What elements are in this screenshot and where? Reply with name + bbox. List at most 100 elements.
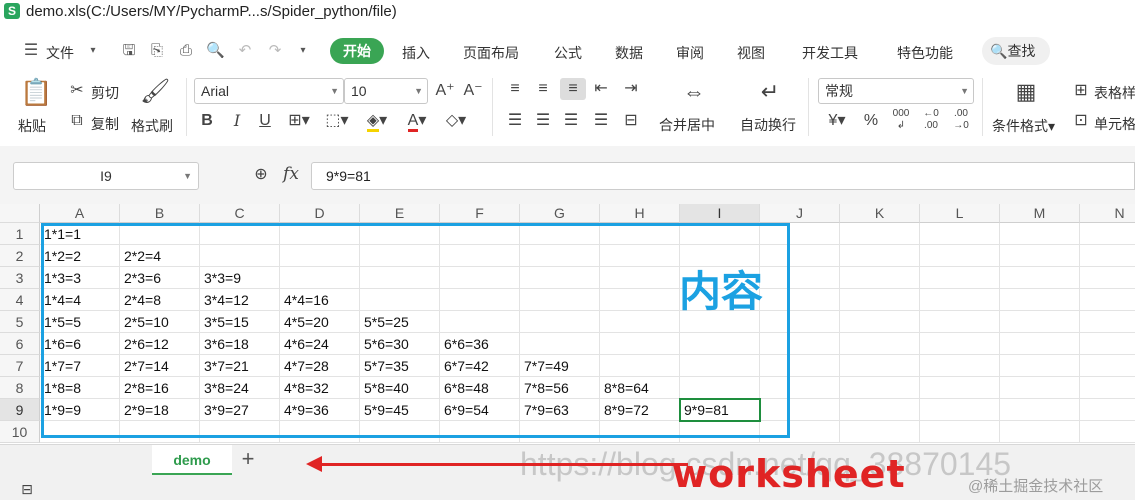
cell-l1[interactable] xyxy=(920,223,1000,245)
paste-button[interactable]: 粘贴 xyxy=(18,116,46,136)
font-color-icon[interactable]: A▾ xyxy=(400,110,434,132)
cell-c3[interactable]: 3*3=9 xyxy=(200,267,280,289)
cell-f3[interactable] xyxy=(440,267,520,289)
row-header-4[interactable]: 4 xyxy=(0,289,40,311)
cell-d1[interactable] xyxy=(280,223,360,245)
cell-e6[interactable]: 5*6=30 xyxy=(360,333,440,355)
cell-f4[interactable] xyxy=(440,289,520,311)
cell-h4[interactable] xyxy=(600,289,680,311)
cell-c9[interactable]: 3*9=27 xyxy=(200,399,280,421)
cell-k6[interactable] xyxy=(840,333,920,355)
cell-i1[interactable] xyxy=(680,223,760,245)
cell-e7[interactable]: 5*7=35 xyxy=(360,355,440,377)
number-format-select[interactable]: 常规 ▼ xyxy=(818,78,974,104)
cell-g7[interactable]: 7*7=49 xyxy=(520,355,600,377)
search-button[interactable]: 🔍查找 xyxy=(982,37,1050,65)
conditional-format-icon[interactable]: ▦ xyxy=(1010,78,1042,106)
cell-f7[interactable]: 6*7=42 xyxy=(440,355,520,377)
cell-a7[interactable]: 1*7=7 xyxy=(40,355,120,377)
align-bottom-icon[interactable]: ≡ xyxy=(560,78,586,100)
tab-data[interactable]: 数据 xyxy=(615,43,643,63)
cell-f8[interactable]: 6*8=48 xyxy=(440,377,520,399)
align-right-icon[interactable]: ☰ xyxy=(560,110,582,132)
cell-j2[interactable] xyxy=(760,245,840,267)
cell-g4[interactable] xyxy=(520,289,600,311)
cell-f10[interactable] xyxy=(440,421,520,443)
cell-style-icon[interactable]: ⊡ xyxy=(1070,110,1092,132)
column-header-j[interactable]: J xyxy=(760,204,840,223)
print-preview-icon[interactable]: 🔍 xyxy=(206,42,225,60)
cell-d2[interactable] xyxy=(280,245,360,267)
tab-review[interactable]: 审阅 xyxy=(676,43,704,63)
row-header-8[interactable]: 8 xyxy=(0,377,40,399)
cell-h7[interactable] xyxy=(600,355,680,377)
cell-f1[interactable] xyxy=(440,223,520,245)
align-middle-icon[interactable]: ≡ xyxy=(532,78,554,100)
more-icon[interactable]: ▾ xyxy=(294,42,312,60)
copy-icon[interactable]: ⧉ xyxy=(66,110,88,132)
font-name-select[interactable]: Arial ▼ xyxy=(194,78,344,104)
cell-e5[interactable]: 5*5=25 xyxy=(360,311,440,333)
thousands-separator-icon[interactable]: 000 ↲ xyxy=(888,108,914,132)
align-left-icon[interactable]: ☰ xyxy=(504,110,526,132)
cell-n2[interactable] xyxy=(1080,245,1135,267)
cell-b9[interactable]: 2*9=18 xyxy=(120,399,200,421)
tab-home[interactable]: 开始 xyxy=(330,38,384,64)
cell-k5[interactable] xyxy=(840,311,920,333)
cut-button[interactable]: 剪切 xyxy=(91,83,119,103)
borders-icon[interactable]: ⊞▾ xyxy=(284,110,314,132)
cell-b8[interactable]: 2*8=16 xyxy=(120,377,200,399)
cell-l5[interactable] xyxy=(920,311,1000,333)
column-header-i[interactable]: I xyxy=(680,204,760,223)
column-header-b[interactable]: B xyxy=(120,204,200,223)
tab-view[interactable]: 视图 xyxy=(737,43,765,63)
file-menu[interactable]: 文件 xyxy=(46,43,74,63)
cell-a6[interactable]: 1*6=6 xyxy=(40,333,120,355)
cell-g10[interactable] xyxy=(520,421,600,443)
wrap-text-icon[interactable]: ↵ xyxy=(754,78,786,106)
increase-indent-icon[interactable]: ⇥ xyxy=(620,78,642,100)
cell-a3[interactable]: 1*3=3 xyxy=(40,267,120,289)
column-header-g[interactable]: G xyxy=(520,204,600,223)
cell-h5[interactable] xyxy=(600,311,680,333)
tab-insert[interactable]: 插入 xyxy=(402,43,430,63)
table-style-button[interactable]: 表格样 xyxy=(1094,83,1135,103)
cell-n9[interactable] xyxy=(1080,399,1135,421)
column-header-k[interactable]: K xyxy=(840,204,920,223)
scissors-icon[interactable]: ✂ xyxy=(66,80,88,102)
decrease-indent-icon[interactable]: ⇤ xyxy=(590,78,612,100)
underline-button[interactable]: U xyxy=(254,110,276,132)
cell-style-button[interactable]: 单元格 xyxy=(1094,114,1135,134)
cell-c7[interactable]: 3*7=21 xyxy=(200,355,280,377)
column-header-l[interactable]: L xyxy=(920,204,1000,223)
currency-button[interactable]: ¥▾ xyxy=(822,110,852,132)
cell-f5[interactable] xyxy=(440,311,520,333)
table-style-icon[interactable]: ⊞ xyxy=(1070,80,1092,102)
format-painter-icon[interactable]: 🖌 xyxy=(140,76,170,108)
align-center-icon[interactable]: ☰ xyxy=(532,110,554,132)
cell-e9[interactable]: 5*9=45 xyxy=(360,399,440,421)
cell-b10[interactable] xyxy=(120,421,200,443)
cell-h3[interactable] xyxy=(600,267,680,289)
cell-m2[interactable] xyxy=(1000,245,1080,267)
cell-g8[interactable]: 7*8=56 xyxy=(520,377,600,399)
cell-e4[interactable] xyxy=(360,289,440,311)
conditional-format-button[interactable]: 条件格式▾ xyxy=(992,116,1055,136)
row-header-3[interactable]: 3 xyxy=(0,267,40,289)
format-painter-button[interactable]: 格式刷 xyxy=(131,116,173,136)
cell-b2[interactable]: 2*2=4 xyxy=(120,245,200,267)
row-header-6[interactable]: 6 xyxy=(0,333,40,355)
cell-n1[interactable] xyxy=(1080,223,1135,245)
cell-n4[interactable] xyxy=(1080,289,1135,311)
row-header-10[interactable]: 10 xyxy=(0,421,40,443)
copy-button[interactable]: 复制 xyxy=(91,114,119,134)
merge-center-icon[interactable]: ⇔ xyxy=(678,78,710,106)
cell-n10[interactable] xyxy=(1080,421,1135,443)
cell-b1[interactable] xyxy=(120,223,200,245)
cell-k1[interactable] xyxy=(840,223,920,245)
cell-m8[interactable] xyxy=(1000,377,1080,399)
cell-h10[interactable] xyxy=(600,421,680,443)
cell-c4[interactable]: 3*4=12 xyxy=(200,289,280,311)
cell-i10[interactable] xyxy=(680,421,760,443)
cell-i7[interactable] xyxy=(680,355,760,377)
